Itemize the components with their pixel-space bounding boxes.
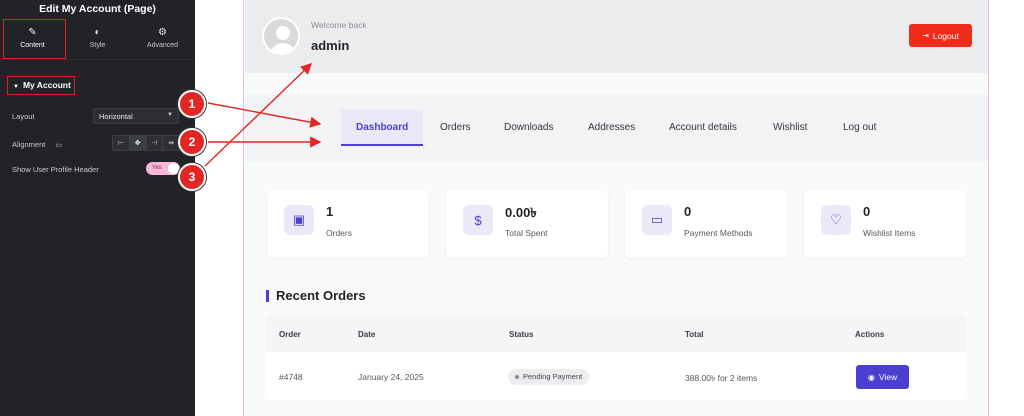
annotation-badge-2: 2 [178, 128, 206, 156]
annotation-badge-3: 3 [178, 163, 206, 191]
arrow-3 [204, 63, 313, 167]
arrow-1 [207, 102, 322, 128]
annotation-badge-1: 1 [178, 90, 206, 118]
annotation-arrows [204, 63, 322, 167]
